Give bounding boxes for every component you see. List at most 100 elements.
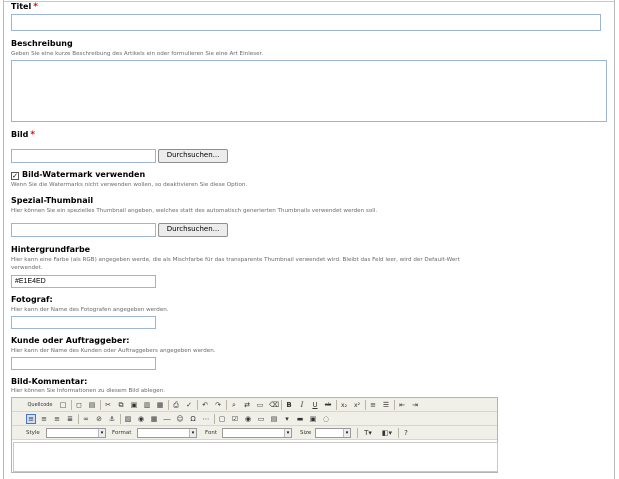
copy-icon[interactable]: ⧉ bbox=[116, 400, 126, 410]
toolbar-separator bbox=[214, 414, 215, 424]
align-right-icon[interactable]: ≡ bbox=[52, 414, 62, 424]
undo-icon[interactable]: ↶ bbox=[200, 400, 210, 410]
background-color-icon[interactable]: ◧▾ bbox=[379, 428, 395, 438]
anchor-icon[interactable]: ⚓ bbox=[107, 414, 117, 424]
radio-icon[interactable]: ◉ bbox=[243, 414, 253, 424]
top-border bbox=[3, 0, 615, 2]
toolbar-separator bbox=[398, 428, 399, 438]
editor-toolbar-row-2: ≡ ≡ ≡ ≣ ∞ ⊘ ⚓ ▨ ◉ ▦ ― ☺ Ω ⋯ ▢ ☑ ◉ ▭ ▤ ▾ … bbox=[12, 412, 497, 426]
toolbar-separator bbox=[168, 400, 169, 410]
toolbar-separator bbox=[365, 400, 366, 410]
required-marker: * bbox=[33, 2, 38, 12]
spezial-thumbnail-browse-button[interactable]: Durchsuchen... bbox=[158, 223, 228, 237]
page-break-icon[interactable]: ⋯ bbox=[201, 414, 211, 424]
link-icon[interactable]: ∞ bbox=[81, 414, 91, 424]
toolbar-separator bbox=[394, 400, 395, 410]
spezial-thumbnail-file-input[interactable] bbox=[11, 223, 156, 237]
toolbar-separator bbox=[120, 414, 121, 424]
chevron-down-icon: ▾ bbox=[284, 429, 291, 437]
bold-icon[interactable]: B bbox=[284, 400, 294, 410]
special-char-icon[interactable]: Ω bbox=[188, 414, 198, 424]
textfield-icon[interactable]: ▭ bbox=[256, 414, 266, 424]
bullet-list-icon[interactable]: ☰ bbox=[381, 400, 391, 410]
paste-text-icon[interactable]: ▥ bbox=[142, 400, 152, 410]
toolbar-separator bbox=[281, 400, 282, 410]
numbered-list-icon[interactable]: ≡ bbox=[368, 400, 378, 410]
form-icon[interactable]: ▢ bbox=[217, 414, 227, 424]
remove-format-icon[interactable]: ⌫ bbox=[268, 400, 279, 410]
outdent-icon[interactable]: ⇤ bbox=[397, 400, 407, 410]
chevron-down-icon: ▾ bbox=[189, 429, 196, 437]
watermark-label: Bild-Watermark verwenden bbox=[22, 170, 146, 179]
font-select[interactable]: ▾ bbox=[222, 428, 292, 438]
table-icon[interactable]: ▦ bbox=[149, 414, 159, 424]
cut-icon[interactable]: ✂ bbox=[103, 400, 113, 410]
editor-content-area[interactable] bbox=[13, 442, 498, 472]
checkbox-icon[interactable]: ☑ bbox=[230, 414, 240, 424]
align-justify-icon[interactable]: ≣ bbox=[65, 414, 75, 424]
select-all-icon[interactable]: ▭ bbox=[255, 400, 265, 410]
flash-icon[interactable]: ◉ bbox=[136, 414, 146, 424]
button-icon[interactable]: ▬ bbox=[295, 414, 305, 424]
format-label: Format bbox=[112, 430, 132, 436]
text-color-icon[interactable]: T▾ bbox=[360, 428, 376, 438]
select-icon[interactable]: ▾ bbox=[282, 414, 292, 424]
toolbar-separator bbox=[78, 414, 79, 424]
hidden-field-icon[interactable]: ◌ bbox=[321, 414, 331, 424]
image-button-icon[interactable]: ▣ bbox=[308, 414, 318, 424]
fotograf-hint: Hier kann der Name des Fotografen angege… bbox=[11, 307, 169, 313]
beschreibung-textarea[interactable] bbox=[11, 60, 607, 122]
horizontal-rule-icon[interactable]: ― bbox=[162, 414, 172, 424]
smiley-icon[interactable]: ☺ bbox=[175, 414, 185, 424]
about-icon[interactable]: ? bbox=[401, 428, 411, 438]
kunde-label: Kunde oder Auftraggeber: bbox=[11, 336, 130, 345]
source-button[interactable]: Quellcode bbox=[26, 400, 54, 410]
paste-icon[interactable]: ▣ bbox=[129, 400, 139, 410]
required-marker: * bbox=[30, 130, 36, 140]
format-select[interactable]: ▾ bbox=[137, 428, 197, 438]
strikethrough-icon[interactable]: ab bbox=[323, 400, 333, 410]
find-icon[interactable]: ⌕ bbox=[229, 400, 239, 410]
italic-icon[interactable]: I bbox=[297, 400, 307, 410]
underline-icon[interactable]: U bbox=[310, 400, 320, 410]
replace-icon[interactable]: ⇄ bbox=[242, 400, 252, 410]
bild-browse-button[interactable]: Durchsuchen... bbox=[158, 149, 228, 163]
size-label: Size bbox=[300, 430, 312, 436]
spellcheck-icon[interactable]: ✓ bbox=[184, 400, 194, 410]
style-label: Style bbox=[26, 430, 40, 436]
toolbar-separator bbox=[336, 400, 337, 410]
new-page-icon[interactable]: □ bbox=[58, 400, 68, 410]
paste-word-icon[interactable]: ▦ bbox=[155, 400, 165, 410]
redo-icon[interactable]: ↷ bbox=[213, 400, 223, 410]
toolbar-separator bbox=[357, 428, 358, 438]
superscript-icon[interactable]: x² bbox=[352, 400, 362, 410]
image-icon[interactable]: ▨ bbox=[123, 414, 133, 424]
fotograf-input[interactable] bbox=[11, 316, 156, 329]
align-left-icon[interactable]: ≡ bbox=[26, 414, 36, 424]
textarea-icon[interactable]: ▤ bbox=[269, 414, 279, 424]
watermark-hint: Wenn Sie die Watermarks nicht verwenden … bbox=[11, 182, 248, 188]
subscript-icon[interactable]: x₂ bbox=[339, 400, 349, 410]
align-center-icon[interactable]: ≡ bbox=[39, 414, 49, 424]
titel-input[interactable] bbox=[11, 14, 601, 31]
preview-icon[interactable]: ◻ bbox=[74, 400, 84, 410]
toolbar-separator bbox=[226, 400, 227, 410]
style-select[interactable]: ▾ bbox=[46, 428, 106, 438]
kunde-hint: Hier kann der Name des Kunden oder Auftr… bbox=[11, 348, 216, 354]
unlink-icon[interactable]: ⊘ bbox=[94, 414, 104, 424]
titel-label: Titel * bbox=[11, 2, 38, 12]
kunde-input[interactable] bbox=[11, 357, 156, 370]
spezial-thumbnail-hint: Hier können Sie ein spezielles Thumbnail… bbox=[11, 208, 378, 214]
watermark-checkbox[interactable]: ✓ bbox=[11, 172, 19, 180]
size-select[interactable]: ▾ bbox=[315, 428, 351, 438]
editor-toolbar-row-3: Style ▾ Format ▾ Font ▾ Size ▾ T▾ ◧▾ ? bbox=[12, 426, 497, 440]
templates-icon[interactable]: ▤ bbox=[87, 400, 97, 410]
bild-file-input[interactable] bbox=[11, 149, 156, 163]
chevron-down-icon: ▾ bbox=[343, 429, 350, 437]
indent-icon[interactable]: ⇥ bbox=[410, 400, 420, 410]
print-icon[interactable]: ⎙ bbox=[171, 400, 181, 410]
hintergrundfarbe-input[interactable] bbox=[11, 275, 156, 288]
font-label: Font bbox=[205, 430, 217, 436]
spezial-thumbnail-label: Spezial-Thumbnail bbox=[11, 196, 94, 205]
hintergrundfarbe-hint: Hier kann eine Farbe (als RGB) angegeben… bbox=[11, 257, 460, 263]
